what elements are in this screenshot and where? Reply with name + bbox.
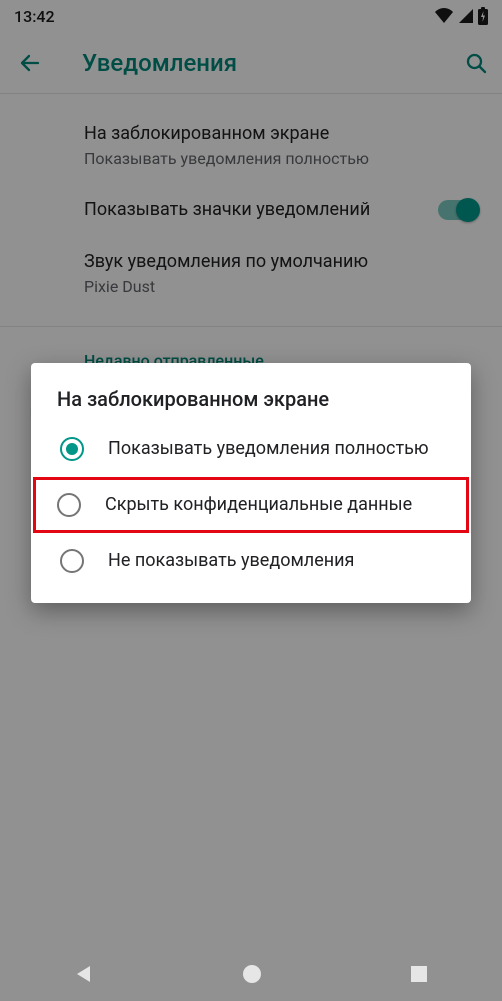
setting-badges[interactable]: Показывать значки уведомлений bbox=[0, 184, 502, 236]
nav-recent-button[interactable] bbox=[409, 964, 429, 984]
setting-subtitle: Показывать уведомления полностью bbox=[84, 148, 478, 170]
back-button[interactable] bbox=[18, 51, 58, 75]
search-button[interactable] bbox=[448, 51, 488, 75]
lock-screen-dialog: На заблокированном экране Показывать уве… bbox=[31, 363, 471, 603]
wifi-icon bbox=[434, 8, 454, 24]
battery-icon bbox=[478, 7, 488, 25]
status-icons bbox=[434, 7, 488, 25]
option-label: Показывать уведомления полностью bbox=[108, 437, 442, 460]
app-bar: Уведомления bbox=[0, 32, 502, 94]
page-title: Уведомления bbox=[58, 49, 448, 77]
radio-unselected bbox=[60, 549, 84, 573]
setting-lock-screen[interactable]: На заблокированном экране Показывать уве… bbox=[0, 108, 502, 184]
toggle-switch-on[interactable] bbox=[438, 200, 478, 220]
status-time: 13:42 bbox=[14, 7, 55, 26]
radio-selected bbox=[60, 437, 84, 461]
radio-unselected bbox=[57, 493, 81, 517]
arrow-back-icon bbox=[18, 51, 42, 75]
signal-icon bbox=[458, 8, 474, 24]
status-bar: 13:42 bbox=[0, 0, 502, 32]
setting-default-sound[interactable]: Звук уведомления по умолчанию Pixie Dust bbox=[0, 236, 502, 312]
option-label: Скрыть конфиденциальные данные bbox=[105, 493, 445, 516]
nav-home-button[interactable] bbox=[241, 963, 263, 985]
option-label: Не показывать уведомления bbox=[108, 549, 442, 572]
setting-title: Показывать значки уведомлений bbox=[84, 198, 426, 222]
setting-subtitle: Pixie Dust bbox=[84, 276, 478, 298]
nav-back-button[interactable] bbox=[73, 963, 95, 985]
dialog-option-hide-sensitive[interactable]: Скрыть конфиденциальные данные bbox=[33, 477, 469, 533]
dialog-title: На заблокированном экране bbox=[31, 387, 471, 421]
square-recent-icon bbox=[409, 964, 429, 984]
circle-home-icon bbox=[241, 963, 263, 985]
dialog-option-show-all[interactable]: Показывать уведомления полностью bbox=[31, 421, 471, 477]
dialog-option-dont-show[interactable]: Не показывать уведомления bbox=[31, 533, 471, 589]
triangle-back-icon bbox=[73, 963, 95, 985]
setting-title: Звук уведомления по умолчанию bbox=[84, 250, 478, 274]
setting-title: На заблокированном экране bbox=[84, 122, 478, 146]
search-icon bbox=[464, 51, 488, 75]
navigation-bar bbox=[0, 947, 502, 1001]
divider bbox=[0, 326, 502, 327]
